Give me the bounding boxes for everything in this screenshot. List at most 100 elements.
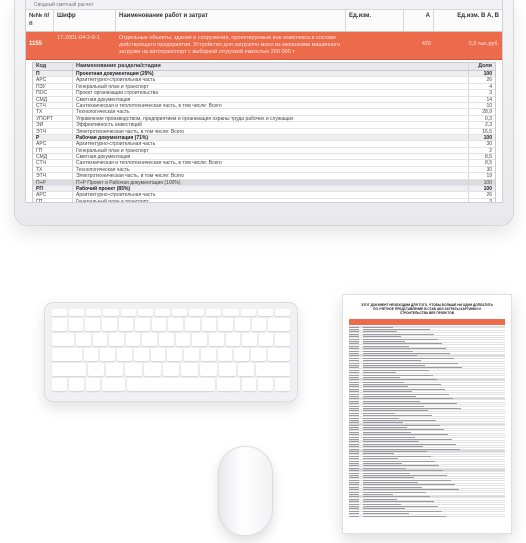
name-cell: Сметная документация	[73, 154, 469, 160]
imac-monitor: Сводный сметный расчет №№ п/п Шифр Наиме…	[14, 0, 514, 226]
share-cell: 2	[489, 147, 492, 154]
share-cell: 26	[486, 77, 492, 83]
name-cell: Проект организации строительства	[73, 90, 469, 96]
code-cell: П	[33, 71, 73, 77]
name-cell: Рабочий проект (85%)	[73, 186, 469, 192]
name-cell: Сметная документация	[73, 96, 469, 102]
share-cell: 100	[483, 134, 492, 141]
highlighted-row[interactable]: 1155 17-2001-04-2-8-1 Отдельные объекты,…	[26, 32, 502, 60]
col-name-header: Наименование работ и затрат	[116, 10, 346, 31]
name-cell: Проектная документация (29%)	[73, 71, 469, 77]
code-cell: Р	[33, 134, 73, 141]
share-cell: 26	[486, 192, 492, 198]
col-number-header: №№ п/п	[26, 10, 54, 31]
share-cell: 30	[486, 166, 492, 173]
name-cell: Электротехническая часть, в том числе: В…	[73, 128, 469, 134]
keyboard-function-row	[52, 309, 290, 316]
code-cell: ПЗУ	[33, 83, 73, 90]
share-cell: 19	[486, 173, 492, 179]
table-row[interactable]: ГП Генеральный план и транспорт 3	[33, 198, 495, 203]
document-title: ЭТОТ ДОКУМЕНТ НЕОБХОДИМ ДЛЯ ТОГО, ЧТОБЫ …	[361, 303, 493, 315]
name-cell: Технологическая часть	[73, 166, 469, 173]
code-cell: П+Р	[33, 179, 73, 186]
share-cell: 8,5	[485, 160, 492, 166]
row-code: 17-2001-04-2-8-1	[57, 35, 100, 41]
code-cell: ЭТЧ	[33, 128, 73, 134]
code-cell: СМД	[33, 96, 73, 102]
code-cell: СТЧ	[33, 102, 73, 109]
row-description: Отдельные объекты, здания и сооружения, …	[119, 35, 341, 55]
share-cell: 100	[483, 186, 492, 192]
code-cell: ЭИ	[33, 122, 73, 128]
keyboard	[44, 302, 298, 402]
code-header: Код	[33, 63, 73, 70]
row-number: 1155	[29, 41, 43, 47]
magic-mouse	[218, 446, 273, 536]
keyboard-space-row	[52, 378, 290, 391]
share-cell: 10	[486, 102, 492, 109]
share-cell: 3	[489, 198, 492, 203]
share-cell: 100	[483, 71, 492, 77]
share-cell: 30	[486, 141, 492, 147]
sections-table-header: Код Наименование раздела/стадии Доля	[33, 63, 495, 71]
printed-document: ЭТОТ ДОКУМЕНТ НЕОБХОДИМ ДЛЯ ТОГО, ЧТОБЫ …	[342, 294, 512, 534]
keyboard-bottom-row	[52, 363, 290, 376]
table-header: №№ п/п Шифр Наименование работ и затрат …	[26, 10, 502, 32]
document-table-lines	[349, 326, 505, 518]
name-cell: Архитектурно-строительная часть	[73, 192, 469, 198]
code-cell: УПОРТ	[33, 115, 73, 122]
name-cell: Электротехническая часть, в том числе: В…	[73, 173, 469, 179]
keyboard-top-row	[52, 333, 291, 346]
share-cell: 2,3	[485, 122, 492, 128]
share-cell: 100	[483, 179, 492, 186]
code-cell: АРС	[33, 141, 73, 147]
share-cell: 8,5	[485, 154, 492, 160]
share-header: Доля	[478, 63, 492, 69]
keyboard-home-row	[52, 348, 291, 361]
sections-table: Код Наименование раздела/стадии Доля П Пр…	[32, 62, 496, 203]
name-cell: Архитектурно-строительная часть	[73, 77, 469, 83]
name-cell: Эффективность инвестиций	[73, 122, 469, 128]
code-cell: СМД	[33, 154, 73, 160]
name-header: Наименование раздела/стадии	[73, 63, 469, 70]
code-cell: РП	[33, 186, 73, 192]
name-cell: Генеральный план и транспорт	[73, 147, 469, 154]
share-cell: 3	[489, 90, 492, 96]
name-cell: П+Р Проект и Рабочая документация (100%)	[73, 179, 469, 186]
monitor-screen: Сводный сметный расчет №№ п/п Шифр Наиме…	[25, 0, 503, 203]
share-cell: 16,5	[482, 128, 492, 134]
name-cell: Управление производством, предприятием и…	[73, 115, 469, 122]
name-cell: Генеральный план и транспорт	[73, 83, 469, 90]
col-ab-header: Ед.изм. В А, В	[457, 13, 499, 19]
document-header-band	[349, 319, 505, 325]
name-cell: Генеральный план и транспорт	[73, 198, 469, 202]
keyboard-number-row	[52, 318, 291, 331]
name-cell: Сантехническая и теплотехническая часть,…	[73, 102, 469, 109]
col-a-header: А	[404, 10, 434, 31]
row-unit	[346, 32, 404, 59]
code-cell: ЭТЧ	[33, 173, 73, 179]
code-cell: ГП	[33, 147, 73, 154]
code-cell: ТХ	[33, 109, 73, 115]
row-quantity: 420	[421, 41, 431, 47]
share-cell: 4	[489, 83, 492, 90]
share-cell: 0,3	[485, 115, 492, 122]
code-cell: ПОС	[33, 90, 73, 96]
sheet-tab[interactable]: Сводный сметный расчет	[26, 0, 502, 10]
share-cell: 14	[486, 96, 492, 102]
share-cell: 28,9	[482, 109, 492, 115]
code-cell: ГП	[33, 198, 73, 202]
col-code-header: Шифр	[54, 10, 116, 31]
code-cell: АРС	[33, 192, 73, 198]
name-cell: Технологическая часть	[73, 109, 469, 115]
code-cell: АРС	[33, 77, 73, 83]
name-cell: Рабочая документация (71%)	[73, 134, 469, 141]
code-cell: ТХ	[33, 166, 73, 173]
name-cell: Архитектурно-строительная часть	[73, 141, 469, 147]
name-cell: Сантехническая и теплотехническая часть,…	[73, 160, 469, 166]
code-cell: СТЧ	[33, 160, 73, 166]
row-price: 0,3 тыс.руб.	[468, 41, 499, 47]
document-line	[349, 515, 505, 518]
sections-table-body: П Проектная документация (29%) 100 АРС Архит…	[33, 71, 495, 203]
col-unit-header: Ед.изм.	[346, 10, 404, 31]
